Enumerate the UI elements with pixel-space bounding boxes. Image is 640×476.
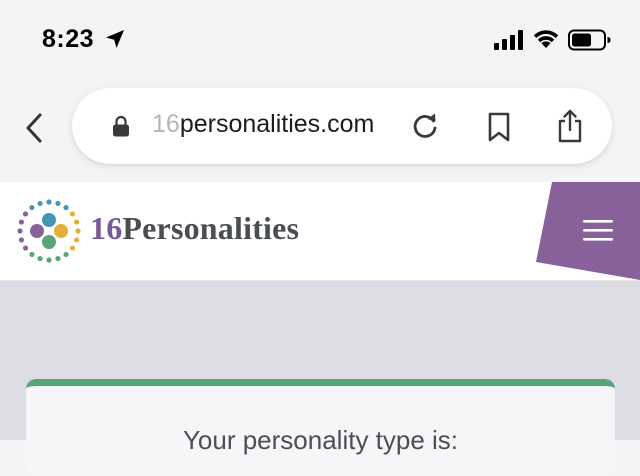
16personalities-logo-icon[interactable] [16,198,82,264]
battery-icon [568,29,611,51]
status-time: 8:23 [42,25,95,53]
logo-ring-dot [73,219,80,225]
logo-ring-dot [29,204,35,211]
bookmark-icon[interactable] [486,112,512,142]
site-logo-text[interactable]: 16Personalities [90,210,299,247]
logo-ring-dot [69,245,76,251]
logo-ring-dot [55,200,61,207]
logo-number: 16 [90,210,123,246]
wifi-icon [533,30,559,48]
logo-ring-dot [37,200,43,207]
logo-ring-dot [17,228,23,234]
logo-ring-dot [63,251,69,258]
logo-ring-dot [46,257,52,263]
result-heading: Your personality type is: [182,425,459,455]
logo-ring-dot [18,237,25,243]
back-chevron-icon[interactable] [20,110,50,146]
url-faded-prefix: 16 [152,110,180,138]
logo-ring-dot [55,255,61,262]
reload-icon[interactable] [410,111,440,141]
logo-ring-dot [22,211,29,217]
logo-ring-dot [18,219,25,225]
logo-ring-dot [22,245,29,251]
share-icon[interactable] [556,108,584,144]
lock-icon [113,115,129,137]
logo-ring-dot [46,199,52,205]
logo-ring-dot [73,237,80,243]
logo-ring-dot [75,228,81,234]
logo-ring-dot [29,251,35,258]
address-bar[interactable]: 16personalities.com [72,88,612,164]
logo-ring-dot [63,204,69,211]
location-arrow-icon [106,30,124,48]
browser-toolbar: 16personalities.com [0,82,640,182]
site-header: 16Personalities [0,182,640,281]
status-bar: 8:23 [0,0,640,82]
cellular-signal-icon [494,30,523,50]
page-body: Your personality type is: [0,281,640,476]
logo-name: Personalities [122,210,300,246]
logo-ring-dot [69,211,76,217]
result-card: Your personality type is: [26,379,615,476]
url-domain: personalities.com [179,110,375,138]
logo-ring-dot [37,255,43,262]
hamburger-menu-icon[interactable] [536,182,640,280]
url-text[interactable]: 16personalities.com [152,110,374,139]
